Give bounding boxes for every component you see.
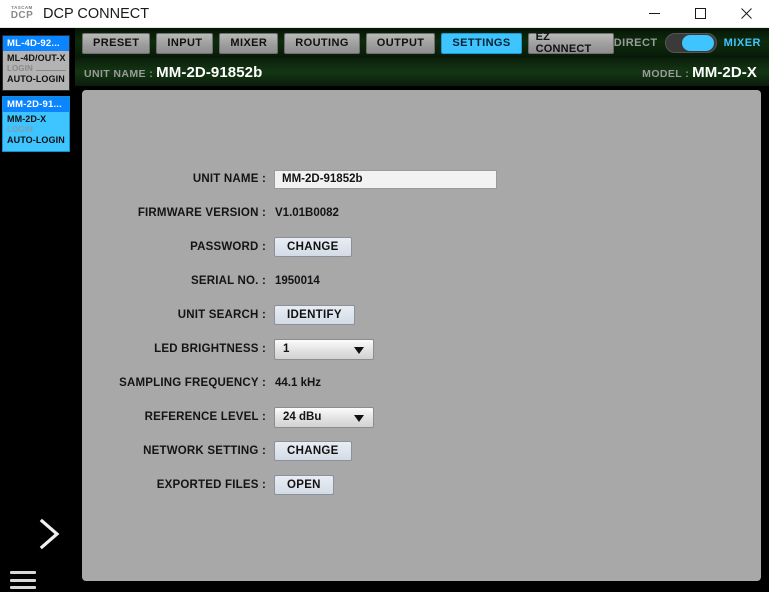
setting-label: NETWORK SETTING : (143, 445, 266, 457)
sampling-frequency-value: 44.1 kHz (275, 377, 322, 389)
setting-label: UNIT SEARCH : (177, 309, 266, 321)
settings-form: UNIT NAME : MM-2D-91852b FIRMWARE VERSIO… (82, 162, 761, 502)
close-button[interactable] (723, 0, 769, 28)
app-logo-icon: TASCAM DCP (5, 3, 39, 25)
setting-field: 24 dBu (274, 406, 374, 428)
setting-field: 44.1 kHz (274, 377, 321, 389)
setting-row-led-brightness: LED BRIGHTNESS : 1 (82, 332, 761, 366)
tab-mixer[interactable]: MIXER (219, 32, 279, 54)
unit-card-name: ML-4D-92... (3, 36, 69, 51)
minimize-button[interactable] (631, 0, 677, 28)
setting-field: CHANGE (274, 237, 352, 257)
tab-preset[interactable]: PRESET (82, 32, 151, 54)
setting-label: SAMPLING FREQUENCY : (119, 377, 266, 389)
chevron-right-icon (39, 518, 60, 550)
serial-no-value: 1950014 (275, 275, 320, 287)
setting-row-unit-search: UNIT SEARCH : IDENTIFY (82, 298, 761, 332)
setting-row-serial-no: SERIAL NO. : 1950014 (82, 264, 761, 298)
unit-card-auto-login[interactable]: AUTO-LOGIN (3, 135, 69, 145)
unit-card-login-status: LOGIN (7, 125, 33, 134)
maximize-button[interactable] (677, 0, 723, 28)
unit-card-model: MM-2D-X (7, 114, 47, 124)
direct-mixer-toggle-group: DIRECT MIXER (614, 33, 769, 53)
setting-row-unit-name: UNIT NAME : MM-2D-91852b (82, 162, 761, 196)
logo-product-text: DCP (10, 9, 34, 21)
select-value: 1 (283, 343, 290, 355)
tab-input[interactable]: INPUT (156, 32, 214, 54)
setting-row-firmware-version: FIRMWARE VERSION : V1.01B0082 (82, 196, 761, 230)
main-tab-bar: PRESET INPUT MIXER ROUTING OUTPUT SETTIN… (75, 28, 769, 58)
sidebar-unit-card-2[interactable]: MM-2D-91... MM-2D-X LOGIN AUTO-LOGIN (2, 96, 70, 152)
model-label: MODEL : (642, 67, 690, 80)
setting-label: PASSWORD : (190, 241, 266, 253)
setting-field: OPEN (274, 475, 334, 495)
unit-name-input[interactable]: MM-2D-91852b (274, 169, 497, 189)
setting-field: 1 (274, 338, 374, 360)
setting-field: CHANGE (274, 441, 352, 461)
tab-settings[interactable]: SETTINGS (441, 32, 522, 54)
setting-row-sampling-frequency: SAMPLING FREQUENCY : 44.1 kHz (82, 366, 761, 400)
tab-routing[interactable]: ROUTING (284, 32, 360, 54)
hamburger-menu-icon-line-3 (10, 586, 36, 589)
sidebar-menu-button[interactable] (10, 571, 36, 589)
unit-card-login-status: LOGIN (3, 64, 69, 73)
setting-row-password: PASSWORD : CHANGE (82, 230, 761, 264)
setting-label: REFERENCE LEVEL : (144, 411, 266, 423)
password-change-button[interactable]: CHANGE (274, 237, 352, 257)
exported-files-open-button[interactable]: OPEN (274, 475, 334, 495)
select-value: 24 dBu (283, 411, 322, 423)
window-title: DCP CONNECT (43, 5, 150, 22)
maximize-icon (694, 8, 706, 19)
model-value: MM-2D-X (692, 63, 757, 81)
unit-card-model: ML-4D/OUT-X (7, 53, 66, 63)
unit-name-value: MM-2D-91852b (156, 63, 263, 81)
identify-button[interactable]: IDENTIFY (274, 305, 355, 325)
setting-row-exported-files: EXPORTED FILES : OPEN (82, 468, 761, 502)
window-title-bar: TASCAM DCP DCP CONNECT (0, 0, 769, 28)
unit-name-group: UNIT NAME : MM-2D-91852b (84, 64, 262, 81)
setting-field: V1.01B0082 (274, 207, 339, 219)
direct-mixer-toggle[interactable] (664, 33, 717, 53)
chevron-down-icon (354, 414, 364, 422)
sidebar-expand-button[interactable] (36, 516, 64, 552)
setting-field: 1950014 (274, 275, 320, 287)
toggle-knob (681, 35, 714, 51)
firmware-version-value: V1.01B0082 (275, 207, 339, 219)
setting-field: MM-2D-91852b (274, 169, 497, 189)
setting-row-reference-level: REFERENCE LEVEL : 24 dBu (82, 400, 761, 434)
unit-name-label: UNIT NAME : (84, 67, 154, 80)
setting-label: SERIAL NO. : (190, 275, 266, 287)
sidebar-unit-card-1[interactable]: ML-4D-92... ML-4D/OUT-X LOGIN AUTO-LOGIN (2, 35, 70, 91)
setting-label: UNIT NAME : (192, 173, 266, 185)
unit-card-auto-login[interactable]: AUTO-LOGIN (3, 74, 69, 84)
setting-row-network-setting: NETWORK SETTING : CHANGE (82, 434, 761, 468)
minimize-icon (648, 13, 660, 14)
unit-info-bar: UNIT NAME : MM-2D-91852b MODEL : MM-2D-X (75, 58, 769, 86)
network-setting-change-button[interactable]: CHANGE (274, 441, 352, 461)
setting-label: FIRMWARE VERSION : (137, 207, 266, 219)
hamburger-menu-icon-line-1 (10, 571, 36, 574)
tab-ez-connect[interactable]: EZ CONNECT (527, 31, 614, 55)
reference-level-select[interactable]: 24 dBu (274, 406, 374, 428)
chevron-down-icon (354, 346, 364, 354)
setting-label: EXPORTED FILES : (156, 479, 266, 491)
toggle-label-mixer: MIXER (723, 37, 761, 49)
model-group: MODEL : MM-2D-X (642, 64, 757, 81)
setting-field: IDENTIFY (274, 305, 355, 325)
led-brightness-select[interactable]: 1 (274, 338, 374, 360)
hamburger-menu-icon-line-2 (10, 578, 36, 582)
close-icon (740, 8, 752, 19)
tab-output[interactable]: OUTPUT (365, 32, 436, 54)
unit-card-name: MM-2D-91... (3, 97, 69, 112)
setting-label: LED BRIGHTNESS : (154, 343, 266, 355)
application-window: TASCAM DCP DCP CONNECT ML-4D-92... ML-4D… (0, 0, 769, 592)
device-sidebar: ML-4D-92... ML-4D/OUT-X LOGIN AUTO-LOGIN… (0, 28, 75, 592)
settings-panel: UNIT NAME : MM-2D-91852b FIRMWARE VERSIO… (82, 90, 761, 581)
toggle-label-direct: DIRECT (613, 37, 658, 49)
